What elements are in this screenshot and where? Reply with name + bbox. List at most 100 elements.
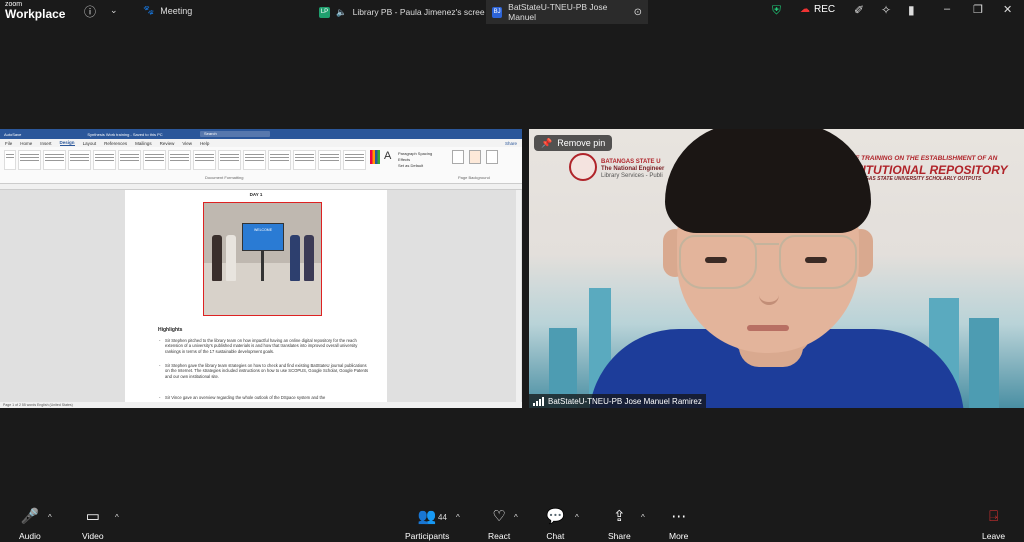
- page-background-label: Page Background: [458, 175, 490, 180]
- photo-banner-text: WELCOME: [253, 228, 273, 232]
- tab-label: BatStateU-TNEU-PB Jose Manuel: [508, 2, 608, 22]
- audio-options-caret[interactable]: ^: [48, 513, 52, 522]
- page-borders-icon[interactable]: [486, 150, 498, 164]
- person-4: [304, 235, 314, 281]
- tab-library-pb[interactable]: LP 🔈 Library PB - Paula Jimenez's scree: [313, 0, 491, 24]
- chat-button[interactable]: 💬 Chat: [546, 507, 565, 541]
- menu-view[interactable]: View: [182, 141, 192, 146]
- person-1: [212, 235, 222, 281]
- minimize-icon[interactable]: –: [944, 3, 950, 15]
- word-search[interactable]: Search: [200, 131, 270, 137]
- participant-name: BatStateU-TNEU-PB Jose Manuel Ramirez: [548, 396, 702, 406]
- menu-mailings[interactable]: Mailings: [135, 141, 152, 146]
- share-screen-button[interactable]: ⇪ Share: [608, 507, 631, 541]
- menu-insert[interactable]: Insert: [40, 141, 51, 146]
- page-color-icon[interactable]: [469, 150, 481, 164]
- style-set-6[interactable]: [143, 150, 166, 170]
- title-bar: zoom Workplace ⓘ ⌄ 🐾 Meeting LP 🔈 Librar…: [0, 0, 1024, 24]
- person-hair: [665, 129, 871, 233]
- style-set-11[interactable]: [268, 150, 291, 170]
- video-options-caret[interactable]: ^: [115, 513, 119, 522]
- event-photo: WELCOME: [203, 202, 322, 316]
- university-seal: [569, 153, 597, 181]
- ai-sparkle-icon[interactable]: ✧: [881, 3, 891, 17]
- chat-options-caret[interactable]: ^: [575, 513, 579, 522]
- react-label: React: [488, 531, 511, 541]
- style-set-12[interactable]: [293, 150, 316, 170]
- video-button[interactable]: ▭ Video: [82, 507, 104, 541]
- annotate-icon[interactable]: ✐: [854, 3, 864, 17]
- day-heading: DAY 1: [249, 192, 263, 197]
- leave-label: Leave: [982, 531, 1006, 541]
- glasses-lens: [779, 235, 857, 289]
- meeting-label: Meeting: [160, 5, 193, 16]
- colors-icon[interactable]: [370, 150, 380, 164]
- document-scrollbar[interactable]: [516, 190, 521, 402]
- leave-button[interactable]: ⍈ Leave: [982, 507, 1005, 541]
- leave-icon: ⍈: [989, 508, 999, 525]
- themes-button[interactable]: [4, 150, 16, 170]
- style-set-14[interactable]: [343, 150, 366, 170]
- brand-bottom: Workplace: [5, 7, 66, 21]
- menu-help[interactable]: Help: [200, 141, 209, 146]
- style-set-9[interactable]: [218, 150, 241, 170]
- style-set-3[interactable]: [68, 150, 91, 170]
- menu-home[interactable]: Home: [20, 141, 32, 146]
- zoom-logo: zoom Workplace: [5, 1, 65, 20]
- shared-screen[interactable]: AutoSave Synthesis Work training - Saved…: [0, 129, 522, 408]
- style-set-8[interactable]: [193, 150, 216, 170]
- word-title-bar: AutoSave Synthesis Work training - Saved…: [0, 129, 522, 139]
- record-button[interactable]: ☁ REC: [800, 4, 835, 15]
- meeting-menu[interactable]: 🐾 Meeting: [143, 5, 192, 16]
- close-icon[interactable]: ✕: [1003, 3, 1012, 16]
- paw-icon: 🐾: [143, 5, 155, 15]
- audio-button[interactable]: 🎤 Audio: [19, 507, 41, 541]
- highlight-bullet: Sir Vince gave an overview regarding the…: [159, 395, 370, 401]
- more-button[interactable]: ⋯ More: [669, 507, 688, 541]
- set-default[interactable]: Set as Default: [398, 163, 432, 169]
- react-options-caret[interactable]: ^: [514, 513, 518, 522]
- chevron-down-icon[interactable]: ⌄: [110, 5, 118, 16]
- fonts-icon[interactable]: A: [384, 150, 391, 162]
- mic-muted-icon: 🎤: [20, 508, 40, 525]
- shield-icon[interactable]: ⛨: [772, 3, 781, 18]
- more-options-icon[interactable]: ⊙: [634, 7, 642, 18]
- tab-label: Library PB - Paula Jimenez's scree: [352, 7, 485, 17]
- paragraph-spacing-group: Paragraph Spacing Effects Set as Default: [398, 151, 432, 169]
- background-bar: [969, 318, 999, 408]
- banner-line-3: TANGAS STATE UNIVERSITY SCHOLARLY OUTPUT…: [855, 176, 982, 182]
- style-set-2[interactable]: [43, 150, 66, 170]
- menu-file[interactable]: File: [5, 141, 12, 146]
- menu-design[interactable]: Design: [59, 140, 75, 146]
- layout-icon[interactable]: ▮: [908, 3, 915, 17]
- doc-title: Synthesis Work training - Saved to this …: [87, 131, 163, 137]
- participants-options-caret[interactable]: ^: [456, 513, 460, 522]
- menu-review[interactable]: Review: [160, 141, 175, 146]
- style-set-1[interactable]: [18, 150, 41, 170]
- participant-video[interactable]: BATANGAS STATE U The National Engineer L…: [529, 129, 1024, 408]
- autosave-label: AutoSave: [4, 131, 22, 137]
- react-button[interactable]: ♡ React: [488, 507, 510, 541]
- style-set-4[interactable]: [93, 150, 116, 170]
- document-page[interactable]: DAY 1 WELCOME Highlights Sir Stephen pit…: [125, 190, 387, 402]
- remove-pin-button[interactable]: 📌 Remove pin: [534, 135, 613, 151]
- word-share-button[interactable]: Share: [505, 141, 517, 146]
- heart-icon: ♡: [492, 508, 506, 525]
- document-area[interactable]: DAY 1 WELCOME Highlights Sir Stephen pit…: [0, 190, 522, 402]
- share-options-caret[interactable]: ^: [641, 513, 645, 522]
- word-menu: File Home Insert Design Layout Reference…: [0, 139, 522, 147]
- cloud-record-icon: ☁: [800, 4, 810, 15]
- style-set-5[interactable]: [118, 150, 141, 170]
- style-set-7[interactable]: [168, 150, 191, 170]
- tab-jose-manuel[interactable]: BJ BatStateU-TNEU-PB Jose Manuel ⊙: [486, 0, 648, 24]
- restore-icon[interactable]: ❐: [973, 3, 983, 16]
- info-icon[interactable]: ⓘ: [84, 3, 96, 20]
- audio-label: Audio: [19, 531, 41, 541]
- style-set-10[interactable]: [243, 150, 266, 170]
- tab-badge: LP: [319, 6, 330, 18]
- menu-references[interactable]: References: [104, 141, 127, 146]
- speaker-icon: 🔈: [336, 6, 347, 17]
- style-set-13[interactable]: [318, 150, 341, 170]
- watermark-icon[interactable]: [452, 150, 464, 164]
- menu-layout[interactable]: Layout: [83, 141, 97, 146]
